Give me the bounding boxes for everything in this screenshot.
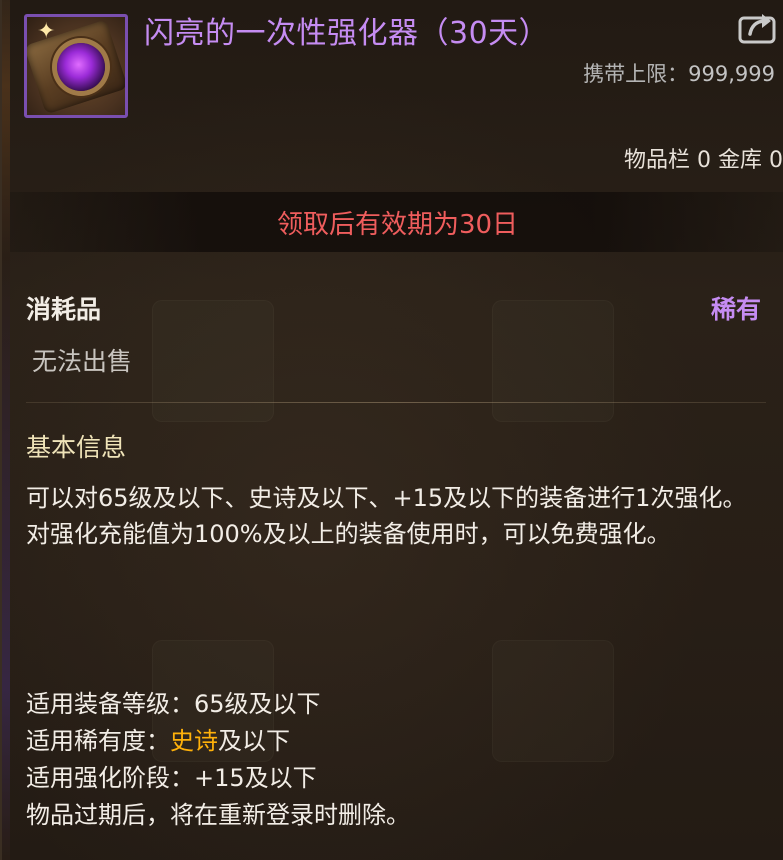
spec-rarity-label: 适用稀有度：	[26, 727, 170, 755]
item-specs: 适用装备等级：65级及以下 适用稀有度：史诗及以下 适用强化阶段：+15及以下 …	[26, 686, 410, 834]
background-tile	[492, 300, 614, 422]
carry-limit-label: 携带上限：	[583, 62, 689, 86]
spec-stage-label: 适用强化阶段：	[26, 764, 194, 792]
spec-level: 适用装备等级：65级及以下	[26, 686, 410, 723]
tradability-status: 无法出售	[32, 347, 133, 376]
description-line: 可以对65级及以下、史诗及以下、+15及以下的装备进行1次强化。	[26, 484, 747, 512]
description-line: 对强化充能值为100%及以上的装备使用时，可以免费强化。	[26, 520, 671, 548]
sparkle-icon: ✦	[37, 19, 56, 44]
vault-label: 金库	[717, 148, 762, 173]
section-divider	[26, 402, 766, 403]
expiry-note: 物品过期后，将在重新登录时删除。	[26, 801, 410, 829]
spec-stage-value: +15及以下	[194, 764, 317, 792]
enhancer-box-icon: ✦	[24, 14, 128, 118]
validity-text: 领取后有效期为30日	[276, 209, 519, 240]
spec-level-label: 适用装备等级：	[26, 690, 194, 718]
spec-rarity: 适用稀有度：史诗及以下	[26, 723, 410, 760]
inventory-count: 0	[696, 148, 711, 173]
left-edge-decoration	[2, 0, 10, 860]
carry-limit-value: 999,999	[688, 62, 775, 86]
background-tile	[152, 300, 274, 422]
inventory-label: 物品栏	[623, 148, 690, 173]
purple-orb	[57, 43, 105, 91]
share-icon[interactable]	[738, 10, 778, 44]
basic-info-title: 基本信息	[26, 433, 127, 462]
background-tile	[492, 640, 614, 762]
rarity-label: 稀有	[710, 295, 761, 324]
validity-banner: 领取后有效期为30日	[10, 192, 783, 252]
spec-stage: 适用强化阶段：+15及以下	[26, 760, 410, 797]
item-tooltip: ✦ 闪亮的一次性强化器（30天） 携带上限：999,999 物品栏 0 金库 0…	[0, 0, 783, 860]
item-description: 可以对65级及以下、史诗及以下、+15及以下的装备进行1次强化。 对强化充能值为…	[26, 480, 766, 552]
spec-rarity-highlight: 史诗	[170, 727, 218, 755]
spec-level-value: 65级及以下	[194, 690, 321, 718]
vault-count: 0	[769, 148, 783, 173]
spec-rarity-suffix: 及以下	[218, 727, 290, 755]
storage-counts: 物品栏 0 金库 0	[624, 142, 783, 174]
item-title: 闪亮的一次性强化器（30天）	[144, 16, 550, 51]
item-category: 消耗品	[26, 295, 102, 324]
carry-limit: 携带上限：999,999	[583, 58, 775, 88]
